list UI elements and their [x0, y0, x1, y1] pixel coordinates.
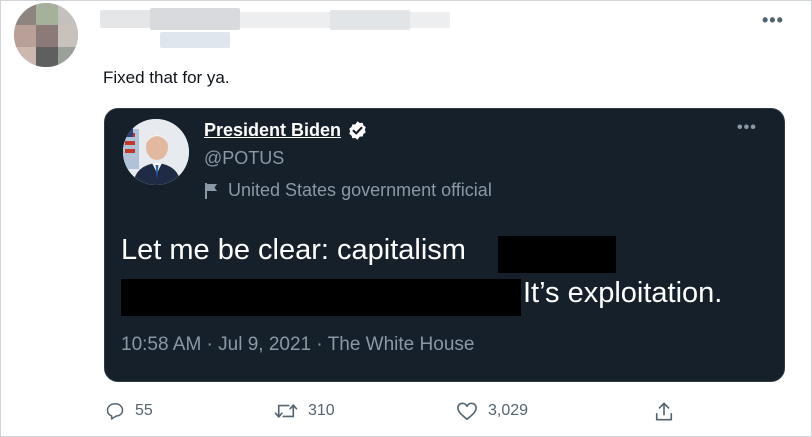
user-name-redacted	[150, 8, 240, 30]
like-count: 3,029	[488, 402, 529, 419]
government-label[interactable]: United States government official	[228, 180, 492, 201]
quoted-author-handle[interactable]: @POTUS	[204, 148, 284, 169]
redaction-bar	[498, 236, 616, 273]
user-handle-redacted	[330, 10, 410, 30]
reply-button[interactable]: 55	[105, 401, 153, 421]
quoted-tweet-timestamp[interactable]: 10:58 AM · Jul 9, 2021 · The White House	[121, 334, 474, 356]
card-more-icon[interactable]: •••	[737, 119, 757, 137]
heart-icon	[457, 402, 477, 420]
more-options-icon[interactable]: •••	[762, 10, 784, 31]
flag-icon	[205, 182, 217, 199]
reply-count: 55	[135, 402, 153, 419]
reply-icon	[106, 403, 124, 420]
quoted-avatar[interactable]	[123, 119, 189, 185]
quoted-tweet-card[interactable]: President Biden @POTUS United States gov…	[104, 108, 785, 382]
quoted-author-name[interactable]: President Biden	[204, 120, 341, 141]
share-icon	[655, 402, 673, 421]
retweet-icon	[274, 404, 298, 418]
like-button[interactable]: 3,029	[456, 401, 528, 421]
tweet-text: Fixed that for ya.	[103, 68, 230, 87]
redaction-bar	[121, 279, 521, 316]
action-bar: 55 310 3,029	[0, 401, 812, 427]
quoted-tweet-text-line1: Let me be clear: capitalism	[121, 234, 466, 266]
user-handle-redacted	[160, 32, 230, 48]
quoted-tweet-text-line2: It’s exploitation.	[523, 277, 723, 309]
user-avatar[interactable]	[14, 3, 78, 67]
portrait-image	[123, 119, 189, 185]
verified-badge-icon	[349, 121, 366, 140]
share-button[interactable]	[654, 401, 674, 423]
retweet-button[interactable]: 310	[274, 401, 335, 421]
retweet-count: 310	[308, 402, 335, 419]
